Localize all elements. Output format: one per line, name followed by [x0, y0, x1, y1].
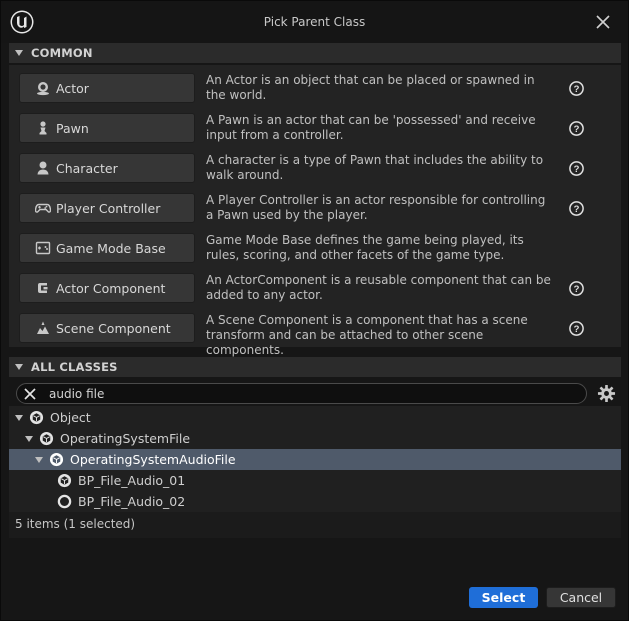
help-icon[interactable]: ?	[569, 321, 584, 336]
dialog-title: Pick Parent Class	[263, 15, 366, 29]
common-class-row: Scene Component A Scene Component is a c…	[9, 307, 621, 357]
close-icon[interactable]	[594, 13, 612, 31]
svg-text:?: ?	[574, 204, 580, 215]
expand-caret-icon[interactable]	[35, 456, 43, 463]
class-icon	[29, 410, 44, 425]
help-icon[interactable]: ?	[569, 161, 584, 176]
class-search-box[interactable]	[16, 383, 587, 404]
item-count-status: 5 items (1 selected)	[15, 517, 136, 531]
class-button-label: Character	[56, 160, 118, 176]
tree-node-label: OperatingSystemFile	[60, 431, 191, 446]
tree-row-operatingsystemaudiofile[interactable]: OperatingSystemAudioFile	[9, 449, 621, 470]
svg-text:?: ?	[574, 84, 580, 95]
tree-row-bp-file-audio-02[interactable]: BP_File_Audio_02	[9, 491, 621, 512]
actor-class-button[interactable]: Actor	[19, 73, 195, 103]
class-button-label: Player Controller	[56, 200, 161, 216]
tree-row-bp-file-audio-01[interactable]: BP_File_Audio_01	[9, 470, 621, 491]
player-controller-class-button[interactable]: Player Controller	[19, 193, 195, 223]
class-button-label: Game Mode Base	[56, 240, 166, 256]
class-icon	[57, 473, 72, 488]
class-icon	[49, 452, 64, 467]
actor-component-icon	[34, 279, 52, 297]
help-icon[interactable]: ?	[569, 201, 584, 216]
svg-text:?: ?	[574, 284, 580, 295]
svg-text:?: ?	[574, 324, 580, 335]
pawn-class-button[interactable]: Pawn	[19, 113, 195, 143]
game-mode-icon	[34, 239, 52, 257]
character-icon	[34, 159, 52, 177]
search-input[interactable]	[49, 385, 569, 403]
scene-component-icon	[34, 319, 52, 337]
class-description: An ActorComponent is a reusable componen…	[206, 273, 551, 302]
all-classes-header-label: ALL CLASSES	[31, 360, 118, 374]
blueprint-ring-icon	[57, 494, 72, 509]
game-mode-base-class-button[interactable]: Game Mode Base	[19, 233, 195, 263]
class-button-label: Scene Component	[56, 320, 171, 336]
class-icon	[39, 431, 54, 446]
clear-search-icon[interactable]	[23, 387, 37, 401]
gamepad-icon	[34, 199, 52, 217]
pick-parent-class-dialog: Pick Parent Class COMMON Actor An Actor …	[0, 0, 629, 621]
collapse-triangle-icon	[15, 50, 23, 56]
help-icon[interactable]: ?	[569, 81, 584, 96]
scene-component-class-button[interactable]: Scene Component	[19, 313, 195, 343]
class-description: An Actor is an object that can be placed…	[206, 73, 535, 102]
help-icon[interactable]: ?	[569, 121, 584, 136]
actor-icon	[34, 79, 52, 97]
common-classes-panel: Actor An Actor is an object that can be …	[9, 65, 621, 357]
all-classes-section-header[interactable]: ALL CLASSES	[9, 357, 621, 377]
class-description: A Pawn is an actor that can be 'possesse…	[206, 113, 536, 142]
class-tree: Object OperatingSystemFile OperatingSyst…	[9, 406, 621, 512]
common-class-row: Player Controller A Player Controller is…	[9, 187, 621, 227]
select-button[interactable]: Select	[469, 587, 538, 608]
svg-text:?: ?	[574, 164, 580, 175]
title-bar: Pick Parent Class	[1, 1, 628, 43]
collapse-triangle-icon	[15, 364, 23, 370]
common-header-label: COMMON	[31, 46, 93, 60]
cancel-button[interactable]: Cancel	[546, 587, 616, 608]
class-button-label: Actor Component	[56, 280, 166, 296]
common-section-header[interactable]: COMMON	[9, 43, 621, 63]
pawn-icon	[34, 119, 52, 137]
common-class-row: Pawn A Pawn is an actor that can be 'pos…	[9, 107, 621, 147]
class-description: A character is a type of Pawn that inclu…	[206, 153, 544, 182]
tree-node-label: BP_File_Audio_02	[78, 494, 186, 509]
tree-node-label: BP_File_Audio_01	[78, 473, 186, 488]
character-class-button[interactable]: Character	[19, 153, 195, 183]
tree-node-label: Object	[50, 410, 91, 425]
common-class-row: Game Mode Base Game Mode Base defines th…	[9, 227, 621, 267]
help-icon[interactable]: ?	[569, 281, 584, 296]
common-class-row: Actor An Actor is an object that can be …	[9, 67, 621, 107]
common-class-row: Character A character is a type of Pawn …	[9, 147, 621, 187]
class-description: A Player Controller is an actor responsi…	[206, 193, 546, 222]
tree-node-label: OperatingSystemAudioFile	[70, 452, 236, 467]
expand-caret-icon[interactable]	[15, 414, 23, 421]
tree-row-object[interactable]: Object	[9, 407, 621, 428]
class-button-label: Actor	[56, 80, 89, 96]
common-class-row: Actor Component An ActorComponent is a r…	[9, 267, 621, 307]
class-button-label: Pawn	[56, 120, 89, 136]
class-description: A Scene Component is a component that ha…	[206, 313, 528, 357]
svg-text:?: ?	[574, 124, 580, 135]
actor-component-class-button[interactable]: Actor Component	[19, 273, 195, 303]
status-bar: 5 items (1 selected)	[9, 512, 621, 538]
tree-row-operatingsystemfile[interactable]: OperatingSystemFile	[9, 428, 621, 449]
expand-caret-icon[interactable]	[25, 435, 33, 442]
gear-icon[interactable]	[597, 384, 616, 403]
class-description: Game Mode Base defines the game being pl…	[206, 233, 524, 262]
